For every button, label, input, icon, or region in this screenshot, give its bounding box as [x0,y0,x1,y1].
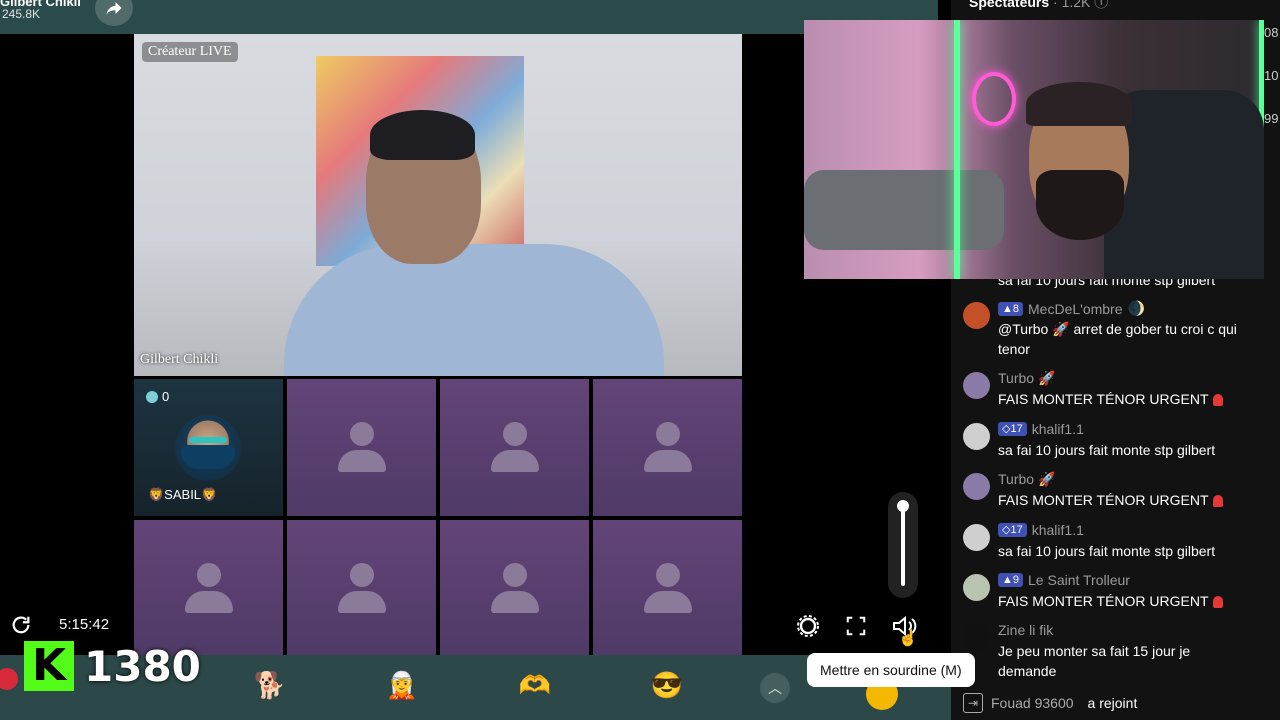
user-avatar[interactable] [963,574,990,601]
side-numbers: 08 10 99 [1264,25,1279,126]
gift-item[interactable]: 🐕 [250,665,290,705]
empty-slot[interactable] [134,520,283,657]
person-placeholder-icon [490,421,539,474]
volume-track [901,504,905,586]
chat-username[interactable]: khalif1.1 [1032,522,1084,538]
stream-timer: 5:15:42 [59,616,110,633]
neon-light [954,20,960,279]
person-placeholder-icon [337,562,386,615]
chat-text: Je peu monter sa fait 15 jour je demande [998,643,1191,679]
siren-icon [1212,495,1223,508]
empty-slot[interactable] [440,379,589,516]
level-badge: ◇17 [998,523,1027,537]
chevron-up-icon: ︿ [768,680,782,696]
guest-score: 0 [146,389,169,404]
siren-icon [1212,596,1223,609]
volume-slider[interactable] [888,492,918,598]
settings-gear-icon[interactable] [796,614,820,638]
chat-username[interactable]: MecDeL'ombre [1028,301,1123,317]
refresh-icon[interactable] [10,614,32,636]
share-button[interactable] [95,0,133,26]
user-avatar[interactable] [963,423,990,450]
level-badge: ◇17 [998,422,1027,436]
empty-slot[interactable] [593,520,742,657]
fullscreen-icon[interactable] [845,615,867,637]
chat-username[interactable]: Turbo 🚀 [998,370,1055,387]
person-placeholder-icon [490,562,539,615]
dog-gift-icon: 🐕 [253,669,287,700]
creator-live-badge: Créateur LIVE [142,42,238,62]
chat-text: sa fai 10 jours fait monte stp gilbert [998,442,1216,458]
user-avatar[interactable] [963,372,990,399]
gifts-expand-button[interactable]: ︿ [760,673,790,703]
empty-slot[interactable] [287,520,436,657]
empty-slot[interactable] [440,520,589,657]
gem-icon [146,390,158,403]
gift-item[interactable]: 😎 [647,665,687,705]
level-badge: ▲9 [998,573,1024,587]
kick-logo-icon: K [24,641,74,691]
host-hair [370,110,475,160]
user-avatar[interactable] [963,302,990,329]
siren-icon [1212,394,1223,407]
chat-text: FAIS MONTER TÉNOR URGENT [998,593,1209,609]
person-placeholder-icon [643,421,692,474]
person-placeholder-icon [184,562,233,615]
enter-icon: ⇥ [963,693,983,713]
chat-username[interactable]: Zine li fik [998,622,1053,638]
share-arrow-icon [106,2,122,15]
live-header: Gilbert Chikli 245.8K [0,0,938,34]
guest-avatar [175,415,241,481]
host-video-label: Gilbert Chikli [140,352,219,367]
empty-slot[interactable] [593,379,742,516]
gift-item[interactable]: 🧝 [382,665,422,705]
neon-sign [972,72,1016,126]
join-username[interactable]: Fouad 93600 [991,695,1074,711]
user-avatar[interactable] [963,473,990,500]
chat-username[interactable]: Le Saint Trolleur [1028,572,1130,588]
join-notice: ⇥ Fouad 93600 a rejoint [963,693,1137,713]
heart-hands-gift-icon: 🫶 [518,669,552,700]
host-video[interactable]: Créateur LIVE Gilbert Chikli [134,34,742,376]
host-likes: 245.8K [2,7,41,21]
user-avatar[interactable] [963,524,990,551]
chat-text: FAIS MONTER TÉNOR URGENT [998,492,1209,508]
guest-slot[interactable]: 0 🦁SABIL🦁 [134,379,283,516]
person-placeholder-icon [337,421,386,474]
guest-grid: 0 🦁SABIL🦁 [134,379,742,657]
gift-item[interactable]: 🫶 [515,665,555,705]
hand-cursor-icon: ☝ [898,630,918,647]
volume-knob[interactable] [897,500,909,512]
guest-name: 🦁SABIL🦁 [148,487,218,502]
user-avatar[interactable] [963,624,990,651]
streamer-beard [1036,170,1124,240]
chat-username[interactable]: Turbo 🚀 [998,471,1055,488]
live-stage: Créateur LIVE Gilbert Chikli 0 🦁SABIL🦁 [0,34,938,657]
mute-tooltip: Mettre en sourdine (M) [807,653,975,687]
chat-text: @Turbo 🚀 arret de gober tu croi c qui te… [998,321,1237,357]
level-badge: ▲8 [998,301,1024,316]
viewers-header[interactable]: Spectateurs · 1.2K ⓘ [969,0,1108,12]
streamer-webcam [804,20,1264,279]
person-placeholder-icon [643,562,692,615]
couch [804,170,1004,250]
host-body [284,244,664,376]
empty-slot[interactable] [287,379,436,516]
kick-viewer-overlay: K 1380 [24,638,201,694]
streamer-hair [1026,82,1132,126]
kick-viewer-count: 1380 [84,641,201,691]
chat-username[interactable]: khalif1.1 [1032,421,1084,437]
elf-gift-icon: 🧝 [385,669,419,700]
chat-text: FAIS MONTER TÉNOR URGENT [998,391,1209,407]
chat-text: sa fai 10 jours fait monte stp gilbert [998,543,1216,559]
sunglasses-gift-icon: 😎 [650,669,684,700]
